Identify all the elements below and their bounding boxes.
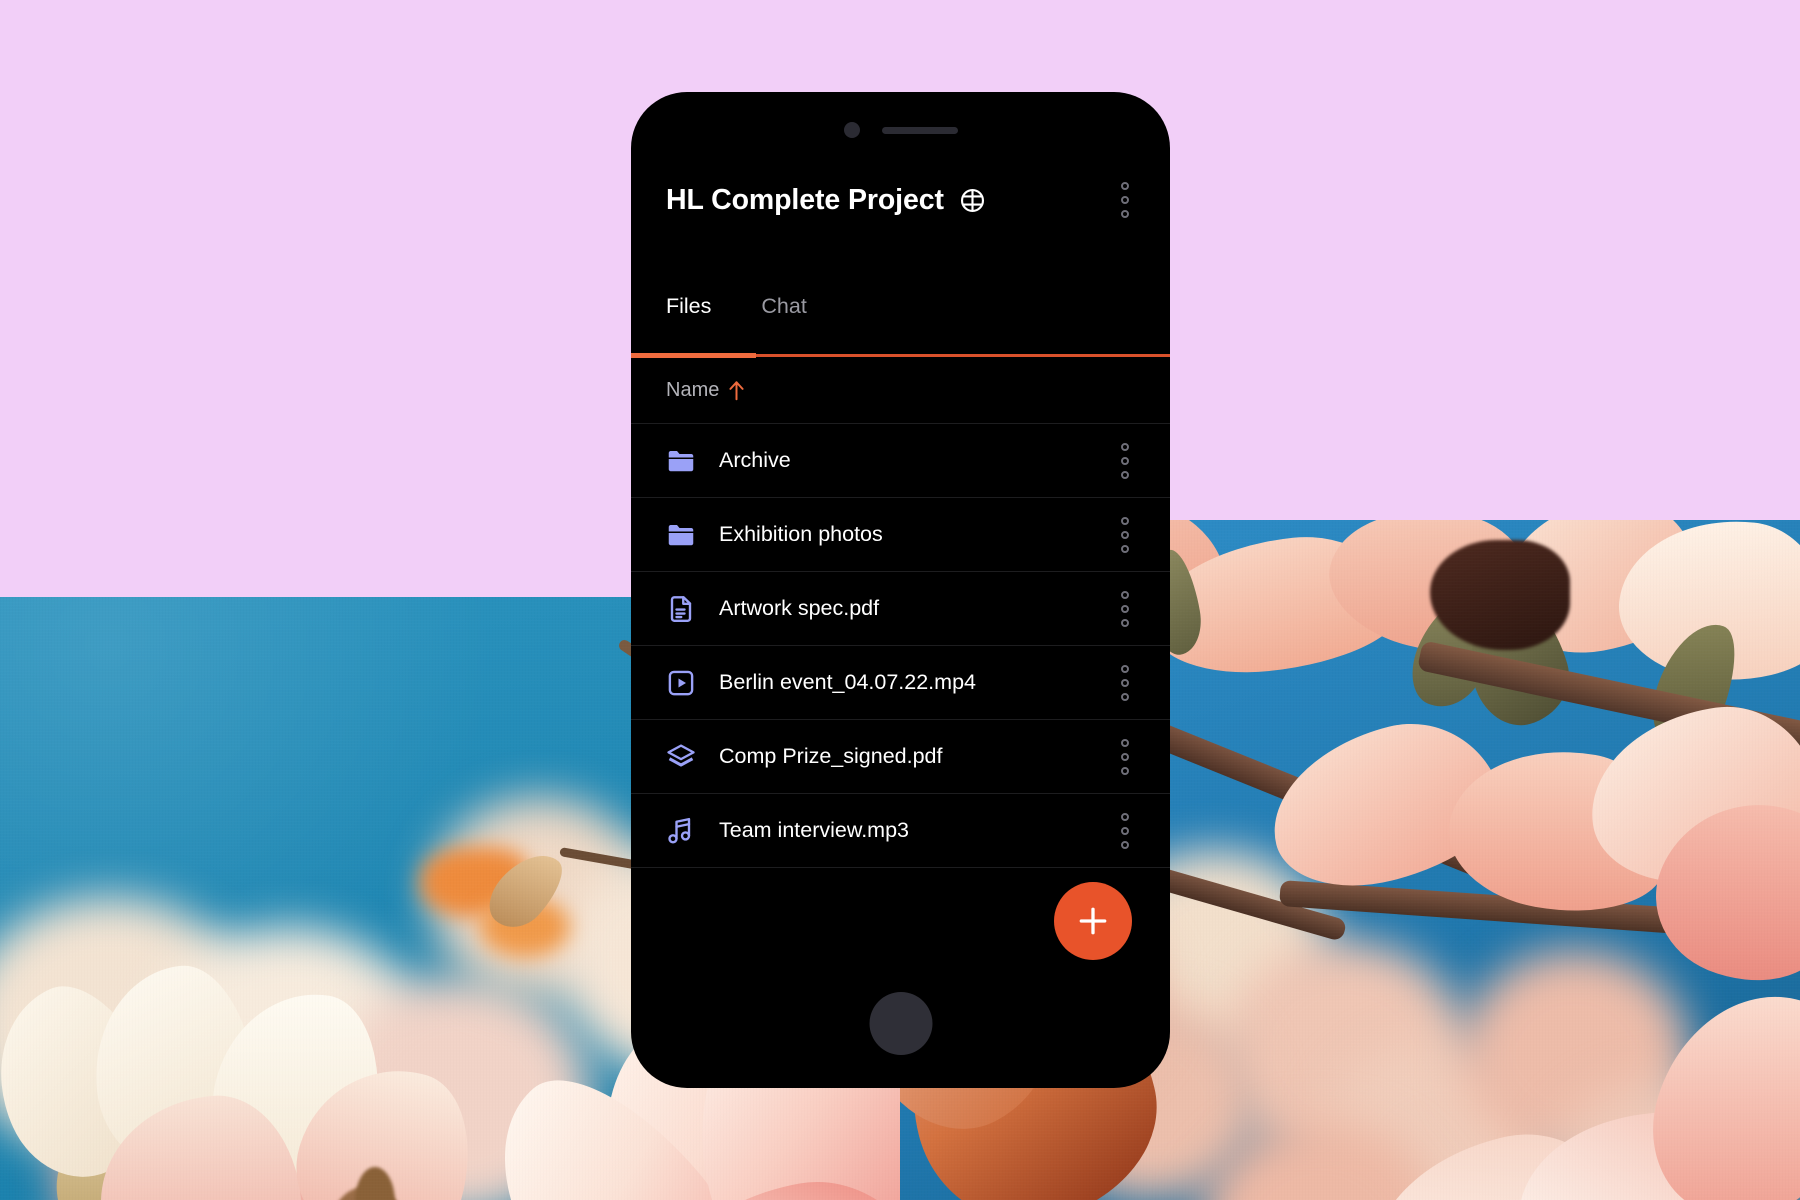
list-item[interactable]: Berlin event_04.07.22.mp4: [631, 646, 1170, 720]
list-item[interactable]: Exhibition photos: [631, 498, 1170, 572]
file-name: Team interview.mp3: [719, 818, 909, 842]
file-name: Exhibition photos: [719, 522, 883, 546]
dot: [1121, 196, 1129, 204]
phone-hardware-row: [631, 118, 1170, 142]
plus-icon: [1075, 903, 1111, 939]
home-button[interactable]: [869, 992, 932, 1055]
dot: [1121, 544, 1129, 553]
screenshot-stage: HL Complete Project Files Chat Name Arch…: [0, 0, 1800, 1200]
dot: [1121, 766, 1129, 775]
music-icon: [666, 816, 719, 846]
dot: [1121, 470, 1129, 479]
folder-icon: [666, 446, 719, 476]
dot: [1121, 840, 1129, 849]
front-camera-icon: [843, 122, 860, 138]
dried-blossom: [1430, 540, 1570, 650]
file-name: Artwork spec.pdf: [719, 596, 880, 620]
layers-icon: [666, 742, 719, 772]
dot: [1121, 752, 1129, 761]
file-name: Comp Prize_signed.pdf: [719, 744, 943, 768]
dot: [1121, 812, 1129, 821]
add-button[interactable]: [1054, 882, 1132, 960]
row-more-vertical-icon[interactable]: [1108, 515, 1142, 555]
dot: [1121, 182, 1129, 190]
header-more-vertical-icon[interactable]: [1108, 180, 1142, 220]
earpiece-speaker: [881, 126, 958, 134]
dot: [1121, 210, 1129, 218]
arrow-up-icon[interactable]: [728, 380, 745, 401]
file-list: Archive Exhibition photos Artwork spec.p…: [631, 424, 1170, 868]
tab-files[interactable]: Files: [666, 292, 711, 318]
dot: [1121, 692, 1129, 701]
page-title: HL Complete Project: [666, 183, 944, 216]
dot: [1121, 604, 1129, 613]
tab-bar: Files Chat: [631, 292, 1170, 348]
dot: [1121, 826, 1129, 835]
app-header: HL Complete Project: [631, 158, 1170, 242]
row-more-vertical-icon[interactable]: [1108, 737, 1142, 777]
list-sort-header[interactable]: Name: [631, 357, 1170, 424]
globe-icon[interactable]: [959, 187, 986, 214]
dot: [1121, 442, 1129, 451]
dot: [1121, 664, 1129, 673]
list-item[interactable]: Artwork spec.pdf: [631, 572, 1170, 646]
dot: [1121, 618, 1129, 627]
row-more-vertical-icon[interactable]: [1108, 589, 1142, 629]
list-item[interactable]: Comp Prize_signed.pdf: [631, 720, 1170, 794]
file-name: Berlin event_04.07.22.mp4: [719, 670, 976, 694]
tab-chat[interactable]: Chat: [761, 292, 806, 318]
dot: [1121, 516, 1129, 525]
sort-column-label: Name: [666, 378, 720, 401]
phone-mockup: HL Complete Project Files Chat Name Arch…: [631, 92, 1170, 1088]
row-more-vertical-icon[interactable]: [1108, 663, 1142, 703]
file-name: Archive: [719, 448, 791, 472]
project-title-group: HL Complete Project: [666, 184, 1108, 217]
row-more-vertical-icon[interactable]: [1108, 811, 1142, 851]
row-more-vertical-icon[interactable]: [1108, 441, 1142, 481]
list-item[interactable]: Archive: [631, 424, 1170, 498]
document-icon: [666, 594, 719, 624]
folder-icon: [666, 520, 719, 550]
dot: [1121, 456, 1129, 465]
dot: [1121, 678, 1129, 687]
dot: [1121, 738, 1129, 747]
video-icon: [666, 668, 719, 698]
dot: [1121, 530, 1129, 539]
list-item[interactable]: Team interview.mp3: [631, 794, 1170, 868]
dot: [1121, 590, 1129, 599]
